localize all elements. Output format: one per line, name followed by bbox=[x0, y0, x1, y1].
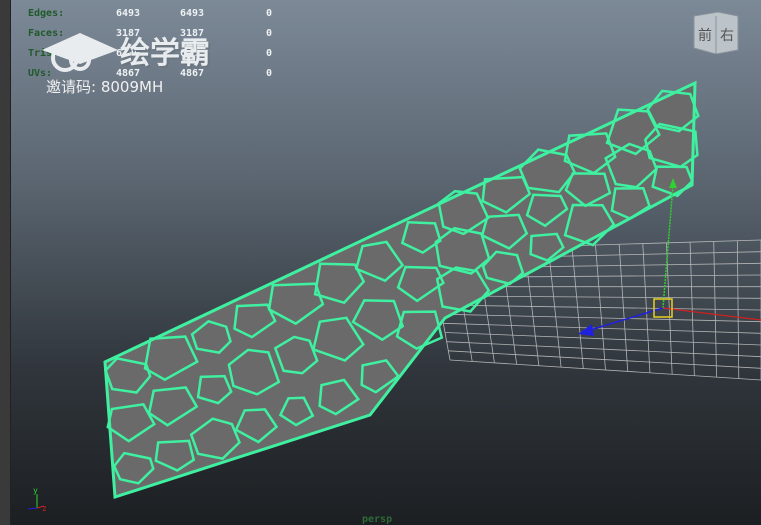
hud-c: 0 bbox=[266, 48, 273, 59]
camera-label: persp bbox=[362, 514, 393, 525]
hud-a: 6493 bbox=[116, 8, 141, 19]
watermark-brand: 绘学霸 bbox=[120, 36, 210, 71]
hud-c: 0 bbox=[266, 28, 273, 39]
logo-icon bbox=[42, 33, 118, 72]
invite-code: 邀请码: 8009MH bbox=[46, 78, 164, 96]
hud-c: 0 bbox=[266, 68, 273, 79]
hud-c: 0 bbox=[266, 8, 273, 19]
view-cube-front: 前 bbox=[698, 27, 712, 44]
z-arrow-icon bbox=[578, 324, 594, 336]
view-cube[interactable]: 前 右 bbox=[690, 10, 742, 54]
view-cube-right: 右 bbox=[720, 28, 734, 44]
hud-b: 6493 bbox=[180, 8, 205, 19]
y-axis-label: y bbox=[33, 486, 38, 495]
watermark: 绘学霸 邀请码: 8009MH bbox=[40, 28, 210, 96]
z-axis-label: z bbox=[42, 504, 47, 513]
mesh-object[interactable] bbox=[103, 80, 700, 500]
y-axis-handle bbox=[662, 184, 674, 309]
hud-label: Edges: bbox=[28, 8, 65, 19]
axis-indicator: y z bbox=[27, 486, 47, 513]
